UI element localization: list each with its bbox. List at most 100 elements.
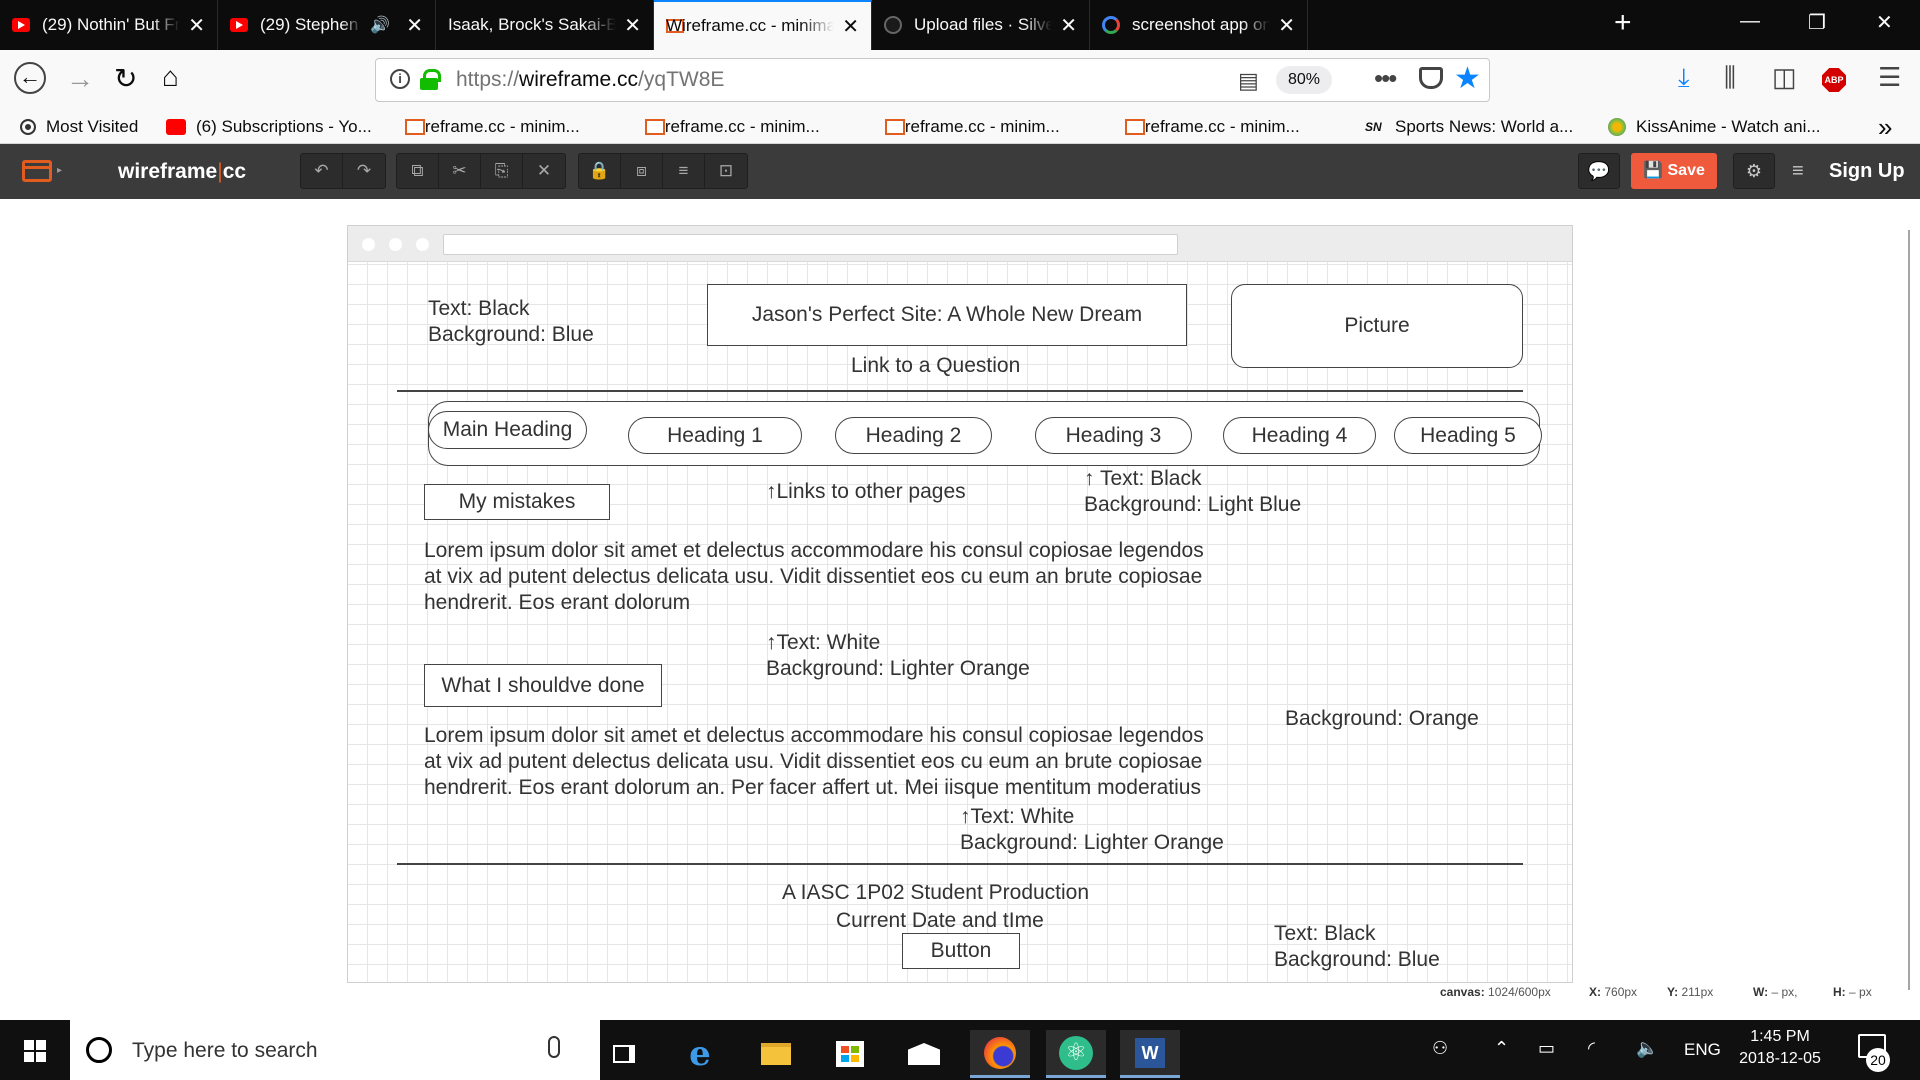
firefox-icon[interactable] bbox=[970, 1030, 1030, 1078]
note-section-colors-2[interactable]: ↑Text: White Background: Lighter Orange bbox=[960, 804, 1224, 856]
close-tab-icon[interactable]: ✕ bbox=[1278, 13, 1295, 38]
redo-icon[interactable]: ↷ bbox=[343, 154, 385, 188]
close-tab-icon[interactable]: ✕ bbox=[406, 13, 423, 38]
bookmark-subscriptions[interactable]: (6) Subscriptions - Yo... bbox=[166, 114, 372, 140]
microphone-icon[interactable] bbox=[548, 1036, 560, 1058]
delete-icon[interactable]: ✕ bbox=[523, 154, 565, 188]
word-icon[interactable]: W bbox=[1120, 1030, 1180, 1078]
send-backward-icon[interactable]: ⊡ bbox=[705, 154, 747, 188]
cut-icon[interactable]: ✂ bbox=[439, 154, 481, 188]
picture-placeholder[interactable]: Picture bbox=[1231, 284, 1523, 368]
section-heading-should-have-done[interactable]: What I shouldve done bbox=[424, 664, 662, 707]
zoom-indicator[interactable]: 80% bbox=[1276, 66, 1333, 94]
tab-wireframe[interactable]: Wireframe.cc - minimal ✕ bbox=[654, 0, 872, 50]
note-background-orange[interactable]: Background: Orange bbox=[1285, 706, 1479, 732]
url-bar[interactable]: i https://wireframe.cc/yqTW8E ▤ 80% ••• … bbox=[375, 58, 1490, 102]
note-section-colors-1[interactable]: ↑Text: White Background: Lighter Orange bbox=[766, 630, 1030, 682]
note-header-colors[interactable]: Text: Black Background: Blue bbox=[428, 296, 594, 348]
library-icon[interactable]: ⫼ bbox=[1724, 62, 1736, 94]
atom-icon[interactable]: ⚛ bbox=[1046, 1030, 1106, 1078]
tab-youtube-stephen[interactable]: (29) Stephen A. agr 🔊 ✕ bbox=[218, 0, 436, 50]
section-heading-mistakes[interactable]: My mistakes bbox=[424, 484, 610, 520]
window-close-icon[interactable]: ✕ bbox=[1876, 10, 1893, 35]
language-indicator[interactable]: ENG bbox=[1684, 1040, 1721, 1060]
save-button[interactable]: 💾 Save bbox=[1631, 153, 1717, 189]
reload-icon[interactable]: ↻ bbox=[114, 62, 137, 96]
site-title-box[interactable]: Jason's Perfect Site: A Whole New Dream bbox=[707, 284, 1187, 346]
link-to-question[interactable]: Link to a Question bbox=[851, 353, 1020, 379]
footer-date-time[interactable]: Current Date and tIme bbox=[836, 908, 1044, 934]
footer-production-credit[interactable]: A IASC 1P02 Student Production bbox=[782, 880, 1089, 906]
bookmark-wireframe-1[interactable]: Wireframe.cc - minim... bbox=[405, 114, 580, 140]
comment-icon[interactable]: 💬 bbox=[1578, 153, 1620, 189]
edge-icon[interactable]: e bbox=[670, 1030, 730, 1078]
show-hidden-icons-chevron[interactable]: ⌃ bbox=[1494, 1038, 1509, 1059]
settings-icon[interactable]: ⚙ bbox=[1733, 153, 1775, 189]
page-actions-icon[interactable]: ••• bbox=[1374, 63, 1397, 94]
align-icon[interactable]: ≡ bbox=[663, 154, 705, 188]
tab-google-screenshot[interactable]: screenshot app onlapt ✕ bbox=[1090, 0, 1308, 50]
bookmarks-overflow-chevron-icon[interactable]: » bbox=[1878, 112, 1892, 143]
restore-icon[interactable]: ❐ bbox=[1808, 10, 1826, 35]
lock-icon[interactable] bbox=[420, 69, 441, 90]
back-arrow-icon[interactable]: ← bbox=[14, 62, 46, 94]
hamburger-menu-icon[interactable]: ☰ bbox=[1878, 62, 1901, 93]
vertical-scrollbar[interactable] bbox=[1908, 230, 1910, 990]
close-tab-icon[interactable]: ✕ bbox=[188, 13, 205, 38]
chevron-down-icon[interactable]: ▸ bbox=[57, 165, 62, 176]
people-icon[interactable]: ⚇ bbox=[1432, 1038, 1448, 1059]
bookmark-sports-news[interactable]: SN Sports News: World a... bbox=[1365, 114, 1573, 140]
undo-icon[interactable]: ↶ bbox=[301, 154, 343, 188]
volume-icon[interactable]: 🔈 bbox=[1636, 1038, 1658, 1059]
nav-heading-4[interactable]: Heading 4 bbox=[1223, 417, 1376, 454]
speaker-icon[interactable]: 🔊 bbox=[370, 15, 390, 35]
menu-icon[interactable]: ≡ bbox=[1792, 160, 1804, 183]
reader-view-icon[interactable]: ▤ bbox=[1238, 68, 1259, 94]
note-nav-colors[interactable]: ↑ Text: Black Background: Light Blue bbox=[1084, 466, 1301, 518]
wifi-icon[interactable]: ◜ bbox=[1588, 1038, 1595, 1059]
nav-main-heading[interactable]: Main Heading bbox=[428, 411, 587, 449]
bookmark-kissanime[interactable]: KissAnime - Watch ani... bbox=[1608, 114, 1821, 140]
nav-heading-5[interactable]: Heading 5 bbox=[1394, 417, 1542, 454]
bookmark-most-visited[interactable]: Most Visited bbox=[20, 114, 138, 140]
file-explorer-icon[interactable] bbox=[746, 1030, 806, 1078]
close-tab-icon[interactable]: ✕ bbox=[1060, 13, 1077, 38]
app-menu-icon[interactable] bbox=[22, 160, 52, 182]
new-tab-plus-icon[interactable]: + bbox=[1614, 6, 1632, 40]
tab-sakai[interactable]: Isaak, Brock's Sakai-Based ✕ bbox=[436, 0, 654, 50]
sidebar-icon[interactable]: ◫ bbox=[1772, 62, 1797, 93]
pocket-icon[interactable] bbox=[1419, 67, 1443, 89]
close-tab-icon[interactable]: ✕ bbox=[624, 13, 641, 38]
note-footer-colors[interactable]: Text: Black Background: Blue bbox=[1274, 921, 1440, 973]
lock-element-icon[interactable]: 🔒 bbox=[579, 154, 621, 188]
battery-icon[interactable]: ▭ bbox=[1538, 1038, 1555, 1059]
bookmark-star-icon[interactable]: ★ bbox=[1454, 61, 1481, 96]
bookmark-wireframe-3[interactable]: Wireframe.cc - minim... bbox=[885, 114, 1060, 140]
home-icon[interactable]: ⌂ bbox=[162, 60, 179, 94]
bookmark-wireframe-4[interactable]: Wireframe.cc - minim... bbox=[1125, 114, 1300, 140]
nav-heading-1[interactable]: Heading 1 bbox=[628, 417, 802, 454]
bookmark-wireframe-2[interactable]: Wireframe.cc - minim... bbox=[645, 114, 820, 140]
note-links-other-pages[interactable]: ↑Links to other pages bbox=[766, 479, 966, 505]
nav-heading-2[interactable]: Heading 2 bbox=[835, 417, 992, 454]
cortana-icon[interactable] bbox=[86, 1037, 112, 1063]
task-view-icon[interactable] bbox=[594, 1030, 654, 1078]
mail-icon[interactable] bbox=[894, 1030, 954, 1078]
tab-youtube-frogs[interactable]: (29) Nothin' But Frogs ✕ bbox=[0, 0, 218, 50]
forward-arrow-icon[interactable]: → bbox=[66, 62, 94, 96]
tab-github-upload[interactable]: Upload files · Silverking ✕ bbox=[872, 0, 1090, 50]
copy-icon[interactable]: ⧉ bbox=[397, 154, 439, 188]
windows-start-icon[interactable] bbox=[24, 1040, 46, 1062]
site-info-icon[interactable]: i bbox=[390, 69, 410, 89]
footer-button[interactable]: Button bbox=[902, 933, 1020, 969]
nav-heading-3[interactable]: Heading 3 bbox=[1035, 417, 1192, 454]
store-icon[interactable] bbox=[820, 1030, 880, 1078]
sign-up-link[interactable]: Sign Up bbox=[1829, 160, 1905, 183]
url-text[interactable]: https://wireframe.cc/yqTW8E bbox=[456, 68, 724, 92]
section-paragraph-2[interactable]: Lorem ipsum dolor sit amet et delectus a… bbox=[424, 723, 1224, 801]
taskbar-search[interactable]: Type here to search bbox=[70, 1020, 600, 1080]
taskbar-clock[interactable]: 1:45 PM 2018-12-05 bbox=[1720, 1026, 1840, 1070]
paste-icon[interactable]: ⎘ bbox=[481, 154, 523, 188]
close-tab-icon[interactable]: ✕ bbox=[842, 14, 859, 39]
bring-forward-icon[interactable]: ⧈ bbox=[621, 154, 663, 188]
